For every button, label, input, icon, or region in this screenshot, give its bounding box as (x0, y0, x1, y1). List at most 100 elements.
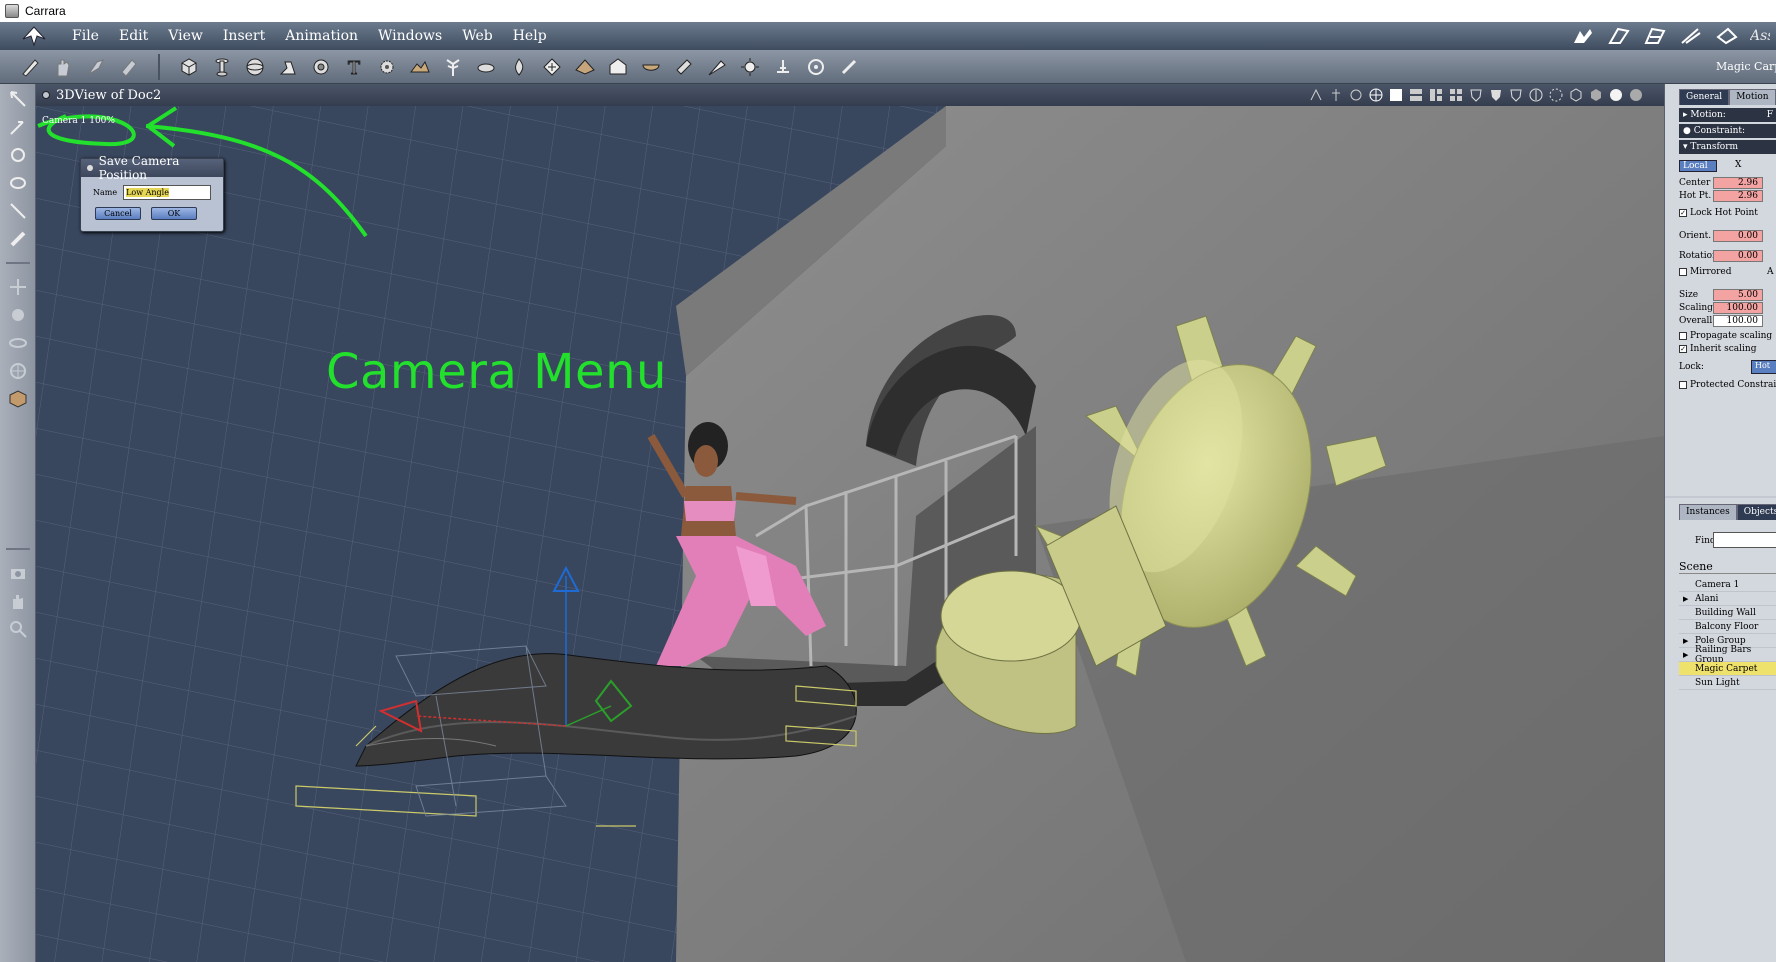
smooth-shade-icon[interactable] (1608, 87, 1624, 103)
walk-icon[interactable] (1348, 87, 1364, 103)
scene-item-magic-carpet[interactable]: Magic Carpet (1679, 662, 1776, 676)
bone-icon[interactable] (835, 53, 863, 81)
transform-section[interactable]: ▾ Transform (1679, 140, 1776, 154)
render-room-icon[interactable] (1714, 25, 1740, 47)
target-icon[interactable] (802, 53, 830, 81)
hand-tool-icon[interactable] (49, 53, 77, 81)
cylinder-primitive-icon[interactable] (208, 53, 236, 81)
3d-scene-canvas[interactable]: Camera 1 100% Save Camera Position Name … (36, 106, 1664, 962)
propagate-scaling-checkbox[interactable]: Propagate scaling (1679, 331, 1772, 341)
bulb-light-icon[interactable] (736, 53, 764, 81)
close-view-icon[interactable] (42, 91, 50, 99)
crosshair-icon[interactable] (1368, 87, 1384, 103)
local-select[interactable]: Local (1679, 160, 1717, 172)
scale-arrow-tool-icon[interactable] (6, 200, 30, 222)
constraint-row[interactable]: ● Constraint: (1679, 124, 1776, 138)
menu-edit[interactable]: Edit (109, 28, 158, 44)
menu-windows[interactable]: Windows (368, 28, 452, 44)
spot-light-icon[interactable] (703, 53, 731, 81)
inherit-scaling-checkbox[interactable]: ✓ Inherit scaling (1679, 344, 1756, 354)
dolly-tool-icon[interactable] (6, 276, 30, 298)
shield-outline-icon[interactable] (1508, 87, 1524, 103)
snap-icon[interactable] (1308, 87, 1324, 103)
cloud-icon[interactable] (472, 53, 500, 81)
text-primitive-icon[interactable]: T (340, 53, 368, 81)
house-icon[interactable] (604, 53, 632, 81)
rotate-tool-icon[interactable] (82, 53, 110, 81)
four-view-icon[interactable] (1448, 87, 1464, 103)
pen-tool-icon[interactable] (16, 53, 44, 81)
menu-web[interactable]: Web (452, 28, 503, 44)
camera-menu[interactable]: Camera 1 100% (42, 116, 115, 126)
virtual-trackball-icon[interactable] (6, 172, 30, 194)
tab-objects[interactable]: Objects (1736, 504, 1776, 520)
center-x-field[interactable]: 2.96 (1713, 177, 1763, 189)
protected-constraint-checkbox[interactable]: Protected Constraint (1679, 380, 1776, 390)
zoom-icon[interactable] (6, 618, 30, 640)
assemble-room-icon[interactable] (1570, 25, 1596, 47)
menu-animation[interactable]: Animation (275, 28, 368, 44)
align-icon[interactable] (1328, 87, 1344, 103)
light-icon[interactable] (670, 53, 698, 81)
texture-shade-icon[interactable] (1628, 87, 1644, 103)
wireframe-icon[interactable] (1568, 87, 1584, 103)
orient-x-field[interactable]: 0.00 (1713, 230, 1763, 242)
cube-primitive-icon[interactable] (175, 53, 203, 81)
storyboard-room-icon[interactable] (1642, 25, 1668, 47)
model-room-icon[interactable] (1606, 25, 1632, 47)
flat-shade-icon[interactable] (1588, 87, 1604, 103)
texture-cube-icon[interactable] (6, 388, 30, 410)
scene-item-railing-bars-group[interactable]: ▶ Railing Bars Group (1679, 645, 1776, 665)
sphere-primitive-icon[interactable] (241, 53, 269, 81)
fire-icon[interactable] (505, 53, 533, 81)
rotation-x-field[interactable]: 0.00 (1713, 250, 1763, 262)
scene-item-sun-light[interactable]: Sun Light (1679, 676, 1776, 690)
plant-icon[interactable] (439, 53, 467, 81)
mirrored-checkbox[interactable]: Mirrored (1679, 267, 1732, 277)
expand-icon[interactable]: ▶ (1683, 637, 1688, 645)
camera-icon[interactable] (6, 562, 30, 584)
two-view-icon[interactable] (1408, 87, 1424, 103)
bounding-box-icon[interactable] (1548, 87, 1564, 103)
menu-view[interactable]: View (158, 28, 213, 44)
cone-primitive-icon[interactable] (307, 53, 335, 81)
texture-room-icon[interactable] (1678, 25, 1704, 47)
scale-tool-icon[interactable] (115, 53, 143, 81)
cancel-button[interactable]: Cancel (95, 207, 141, 220)
grab-hand-icon[interactable] (6, 590, 30, 612)
shield-filled-icon[interactable] (1488, 87, 1504, 103)
camera-insert-icon[interactable] (769, 53, 797, 81)
scene-item-balcony-floor[interactable]: Balcony Floor (1679, 620, 1776, 634)
menu-insert[interactable]: Insert (213, 28, 275, 44)
scene-item-camera-1[interactable]: Camera 1 (1679, 578, 1776, 592)
tab-motion[interactable]: Motion (1729, 89, 1776, 105)
figure-icon[interactable] (274, 53, 302, 81)
tab-instances[interactable]: Instances (1679, 504, 1737, 520)
three-view-icon[interactable] (1428, 87, 1444, 103)
scene-item-building-wall[interactable]: Building Wall (1679, 606, 1776, 620)
ok-button[interactable]: OK (151, 207, 197, 220)
scene-item-alani[interactable]: ▶ Alani (1679, 592, 1776, 606)
menu-help[interactable]: Help (503, 28, 557, 44)
track-camera-icon[interactable] (6, 360, 30, 382)
terrain-icon[interactable] (406, 53, 434, 81)
motion-row[interactable]: ▸ Motion: F (1679, 108, 1776, 122)
hotpt-x-field[interactable]: 2.96 (1713, 190, 1763, 202)
link-tool-icon[interactable] (6, 228, 30, 250)
size-x-field[interactable]: 5.00 (1713, 289, 1763, 301)
scaling-x-field[interactable]: 100.00 (1713, 302, 1763, 314)
dialog-close-icon[interactable] (87, 165, 93, 171)
carrara-logo-icon[interactable] (18, 24, 50, 48)
lock-hot-point-checkbox[interactable]: ✓ Lock Hot Point (1679, 208, 1758, 218)
expand-icon[interactable]: ▶ (1683, 651, 1688, 659)
overall-field[interactable]: 100.00 (1713, 315, 1763, 327)
rotate-arrow-tool-icon[interactable] (6, 116, 30, 138)
bowl-icon[interactable] (637, 53, 665, 81)
rotate-view-icon[interactable] (1528, 87, 1544, 103)
single-view-icon[interactable] (1388, 87, 1404, 103)
menu-file[interactable]: File (62, 28, 109, 44)
shield-icon[interactable] (1468, 87, 1484, 103)
find-input[interactable] (1713, 532, 1776, 548)
move-tool-icon[interactable] (6, 88, 30, 110)
lock-hot-button[interactable]: Hot (1751, 360, 1776, 374)
